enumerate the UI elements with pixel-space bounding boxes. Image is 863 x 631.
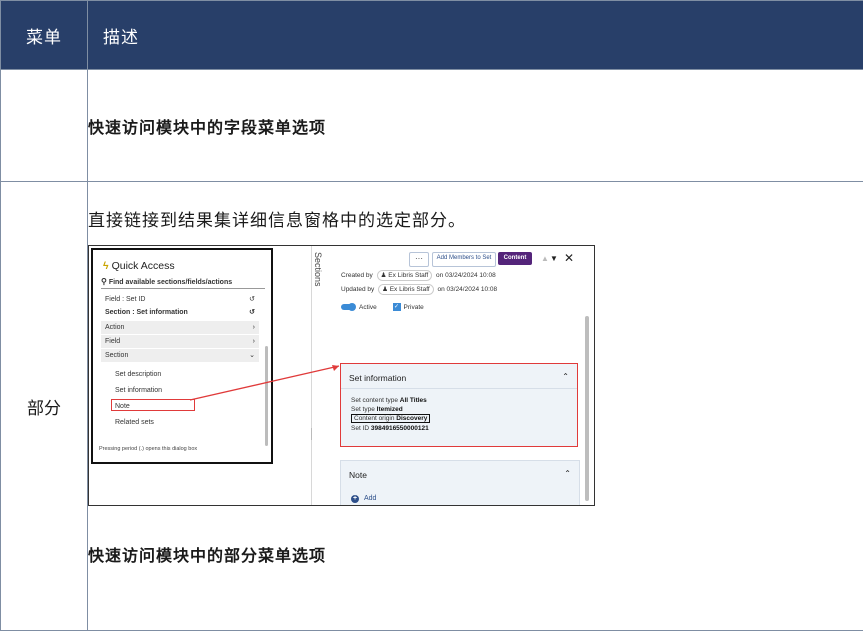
menu-description-table: 菜单 描述 快速访问模块中的字段菜单选项 部分 直接链接到结果集详细信息窗格中的… [0, 0, 863, 631]
set-information-title: Set information [349, 373, 406, 383]
content-button[interactable]: Content [498, 252, 532, 265]
chevron-right-icon: › [253, 321, 255, 334]
quick-access-title: ϟQuick Access [103, 260, 175, 272]
origin-label: Content origin [354, 415, 394, 422]
search-icon: ⚲ [101, 277, 107, 286]
table-row: 快速访问模块中的字段菜单选项 [1, 70, 863, 182]
created-by-line: Created by ♟ Ex Libris Staff on 03/24/20… [341, 270, 496, 282]
set-id-label: Set ID [351, 425, 369, 432]
quick-access-item-field[interactable]: Field › [101, 335, 259, 348]
row1-description-cell: 快速访问模块中的字段菜单选项 [88, 70, 863, 182]
row2-menu-cell: 部分 [1, 182, 88, 631]
set-id-value: 3984916550000121 [371, 425, 429, 432]
item-label: Section : Set information [105, 309, 188, 316]
status-line: Active ✓Private [341, 302, 424, 314]
set-content-type-line: Set content type All Titles [351, 396, 427, 405]
quick-access-item-action[interactable]: Action › [101, 321, 259, 334]
section-sub-item[interactable]: Set information [115, 384, 215, 397]
updated-suffix: on 03/24/2024 10:08 [438, 286, 498, 293]
quick-access-footer: Pressing period (.) opens this dialog bo… [99, 446, 197, 452]
chevron-up-icon[interactable]: ⌃ [564, 469, 571, 478]
quick-access-item[interactable]: Section : Set information ↺ [105, 306, 255, 319]
section-sub-item[interactable]: Note [115, 400, 215, 413]
quick-access-panel: ϟQuick Access ⚲ Find available sections/… [91, 248, 273, 464]
details-scrollbar[interactable] [585, 316, 589, 501]
user-icon: ♟ [382, 286, 388, 293]
item-label: Section [105, 352, 128, 359]
set-id-line: Set ID 3984916550000121 [351, 424, 429, 433]
section-sub-item[interactable]: Related sets [115, 416, 215, 429]
arrowhead-icon [332, 365, 339, 371]
close-icon[interactable]: ✕ [564, 252, 574, 265]
quick-access-scrollbar[interactable] [265, 346, 268, 446]
row2-description-cell: 直接链接到结果集详细信息窗格中的选定部分。 ϟQuick Access ⚲ Fi… [88, 182, 863, 631]
header-menu: 菜单 [1, 1, 88, 70]
chevron-up-icon[interactable]: ⌃ [562, 372, 569, 381]
lightning-icon: ϟ [103, 260, 109, 272]
chevron-down-icon: ⌄ [249, 349, 255, 362]
item-label: Field [105, 338, 120, 345]
plus-icon: + [351, 495, 359, 503]
updated-user-chip[interactable]: ♟ Ex Libris Staff [378, 284, 434, 295]
created-prefix: Created by [341, 272, 373, 279]
quick-access-title-text: Quick Access [112, 260, 175, 272]
panel-divider [341, 388, 577, 389]
set-type-line: Set type Itemized [351, 405, 403, 414]
section-description: 直接链接到结果集详细信息窗格中的选定部分。 [88, 206, 863, 231]
updated-prefix: Updated by [341, 286, 374, 293]
section-menu-caption: 快速访问模块中的部分菜单选项 [88, 542, 863, 566]
history-icon: ↺ [249, 306, 255, 319]
chevron-right-icon: › [253, 335, 255, 348]
sections-divider [311, 246, 312, 505]
field-menu-caption: 快速访问模块中的字段菜单选项 [88, 114, 863, 138]
content-origin-box: Content origin Discovery [351, 414, 430, 423]
quick-access-item-section[interactable]: Section ⌄ [101, 349, 259, 362]
set-information-panel: Set information ⌃ Set content type All T… [340, 363, 578, 447]
private-label: Private [404, 304, 424, 311]
header-description: 描述 [88, 1, 863, 70]
user-icon: ♟ [381, 272, 387, 279]
search-placeholder: Find available sections/fields/actions [109, 279, 232, 286]
updated-user: Ex Libris Staff [390, 286, 430, 293]
private-checkbox[interactable]: ✓ [393, 303, 401, 311]
section-sub-item[interactable]: Set description [115, 368, 215, 381]
row1-menu-cell [1, 70, 88, 182]
active-toggle[interactable] [341, 304, 355, 310]
sections-tab[interactable]: Sections [313, 252, 323, 287]
more-actions-button[interactable]: ··· [409, 252, 429, 267]
active-label: Active [359, 304, 377, 311]
quick-access-search-input[interactable]: ⚲ Find available sections/fields/actions [101, 276, 265, 289]
set-type-label: Set type [351, 406, 375, 413]
resize-handle[interactable] [311, 428, 312, 440]
origin-value: Discovery [396, 415, 427, 422]
embedded-screenshot: ϟQuick Access ⚲ Find available sections/… [88, 245, 595, 506]
add-members-button[interactable]: Add Members to Set [432, 252, 496, 267]
item-label: Action [105, 324, 124, 331]
add-note-label: Add [364, 495, 376, 502]
created-suffix: on 03/24/2024 10:08 [436, 272, 496, 279]
table-header-row: 菜单 描述 [1, 1, 863, 70]
updated-by-line: Updated by ♟ Ex Libris Staff on 03/24/20… [341, 284, 497, 296]
note-panel: Note ⌃ + Add [340, 460, 580, 506]
previous-arrow-icon[interactable]: ▲ [541, 252, 549, 265]
quick-access-item[interactable]: Field : Set ID ↺ [105, 293, 255, 306]
history-icon: ↺ [249, 293, 255, 306]
content-type-value: All Titles [400, 397, 427, 404]
content-origin-line: Content origin Discovery [351, 414, 430, 423]
item-label: Field : Set ID [105, 296, 145, 303]
created-user: Ex Libris Staff [388, 272, 428, 279]
next-arrow-icon[interactable]: ▼ [550, 252, 558, 265]
content-type-label: Set content type [351, 397, 398, 404]
add-note-button[interactable]: + Add [351, 495, 376, 503]
set-type-value: Itemized [377, 406, 403, 413]
created-user-chip[interactable]: ♟ Ex Libris Staff [377, 270, 433, 281]
table-row: 部分 直接链接到结果集详细信息窗格中的选定部分。 ϟQuick Access ⚲… [1, 182, 863, 631]
note-title: Note [349, 470, 367, 480]
